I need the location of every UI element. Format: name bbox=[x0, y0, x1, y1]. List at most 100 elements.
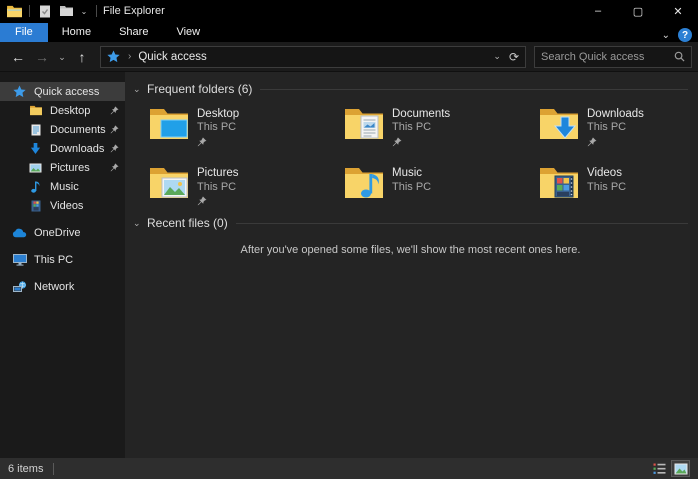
tab-home[interactable]: Home bbox=[48, 23, 105, 42]
search-box[interactable] bbox=[534, 46, 692, 68]
address-bar[interactable]: › Quick access ⌄ ⟳ bbox=[100, 46, 526, 68]
tab-file[interactable]: File bbox=[0, 23, 48, 42]
sidebar-item-network[interactable]: Network bbox=[0, 277, 125, 296]
sidebar-item-label: OneDrive bbox=[34, 227, 80, 239]
window-controls: – ▢ ✕ bbox=[578, 0, 698, 22]
folder-location: This PC bbox=[197, 121, 239, 135]
thumbnail-view-button[interactable] bbox=[671, 460, 690, 477]
window-title: File Explorer bbox=[103, 5, 165, 17]
title-bar: ⌄ File Explorer – ▢ ✕ bbox=[0, 0, 698, 22]
file-explorer-window: ⌄ File Explorer – ▢ ✕ File Home Share Vi… bbox=[0, 0, 698, 479]
folder-name: Pictures bbox=[197, 166, 239, 180]
recent-files-empty-message: After you've opened some files, we'll sh… bbox=[133, 244, 688, 256]
tab-view[interactable]: View bbox=[162, 23, 214, 42]
folder-name: Downloads bbox=[587, 107, 644, 121]
folder-location: This PC bbox=[392, 121, 450, 135]
section-divider bbox=[260, 89, 688, 90]
desktop-folder-icon bbox=[149, 106, 189, 141]
sidebar-item-label: This PC bbox=[34, 254, 73, 266]
search-input[interactable] bbox=[541, 51, 674, 63]
sidebar-item-label: Network bbox=[34, 281, 74, 293]
sidebar-item-music[interactable]: Music bbox=[0, 177, 125, 196]
documents-folder-icon bbox=[344, 106, 384, 141]
folder-name: Documents bbox=[392, 107, 450, 121]
star-icon bbox=[12, 85, 27, 99]
sidebar-item-downloads[interactable]: Downloads bbox=[0, 139, 125, 158]
refresh-icon[interactable]: ⟳ bbox=[509, 50, 519, 64]
folder-tile-documents[interactable]: Documents This PC bbox=[342, 102, 537, 151]
sidebar-item-desktop[interactable]: Desktop bbox=[0, 101, 125, 120]
folder-name: Videos bbox=[587, 166, 626, 180]
folder-tile-pictures[interactable]: Pictures This PC bbox=[147, 161, 342, 210]
sidebar-item-this-pc[interactable]: This PC bbox=[0, 250, 125, 269]
back-button[interactable]: ← bbox=[8, 46, 28, 68]
sidebar-item-documents[interactable]: Documents bbox=[0, 120, 125, 139]
collapse-section-chevron-icon[interactable]: ⌄ bbox=[133, 218, 147, 229]
pin-icon bbox=[110, 125, 119, 134]
pin-icon bbox=[587, 137, 644, 147]
content-pane: ⌄ Frequent folders (6) Desktop bbox=[125, 72, 698, 458]
folder-tile-desktop[interactable]: Desktop This PC bbox=[147, 102, 342, 151]
music-note-icon bbox=[28, 180, 43, 194]
help-icon[interactable]: ? bbox=[678, 28, 692, 42]
sidebar-item-onedrive[interactable]: OneDrive bbox=[0, 223, 125, 242]
properties-icon[interactable] bbox=[37, 3, 53, 19]
recent-files-header[interactable]: ⌄ Recent files (0) bbox=[133, 216, 688, 230]
forward-button[interactable]: → bbox=[32, 46, 52, 68]
pin-icon bbox=[392, 137, 450, 147]
address-dropdown-chevron-icon[interactable]: ⌄ bbox=[493, 51, 501, 62]
folder-tile-music[interactable]: Music This PC bbox=[342, 161, 537, 210]
sidebar-item-videos[interactable]: Videos bbox=[0, 196, 125, 215]
quick-access-toolbar: ⌄ bbox=[0, 3, 99, 19]
expand-ribbon-chevron-icon[interactable]: ⌄ bbox=[662, 30, 670, 41]
sidebar-item-label: Downloads bbox=[50, 143, 104, 155]
folder-location: This PC bbox=[587, 121, 644, 135]
close-button[interactable]: ✕ bbox=[658, 0, 698, 22]
customize-qat-chevron-icon[interactable]: ⌄ bbox=[79, 7, 89, 16]
breadcrumb-location[interactable]: Quick access bbox=[138, 51, 206, 63]
tab-share[interactable]: Share bbox=[105, 23, 162, 42]
navigation-bar: ← → ⌄ ↑ › Quick access ⌄ ⟳ bbox=[0, 42, 698, 72]
up-button[interactable]: ↑ bbox=[72, 46, 92, 68]
maximize-button[interactable]: ▢ bbox=[618, 0, 658, 22]
folder-name: Music bbox=[392, 166, 431, 180]
breadcrumb-chevron-icon: › bbox=[128, 51, 131, 62]
new-folder-icon[interactable] bbox=[58, 3, 74, 19]
pin-icon bbox=[110, 106, 119, 115]
frequent-folders-header[interactable]: ⌄ Frequent folders (6) bbox=[133, 82, 688, 96]
section-divider bbox=[236, 223, 688, 224]
recent-locations-chevron-icon[interactable]: ⌄ bbox=[56, 46, 68, 68]
folder-name: Desktop bbox=[197, 107, 239, 121]
qat-separator bbox=[96, 5, 97, 17]
folder-tile-downloads[interactable]: Downloads This PC bbox=[537, 102, 698, 151]
section-title: Frequent folders (6) bbox=[147, 82, 252, 96]
desktop-folder-icon bbox=[28, 104, 43, 118]
sidebar-item-quick-access[interactable]: Quick access bbox=[0, 82, 125, 101]
document-icon bbox=[28, 123, 43, 137]
sidebar-item-pictures[interactable]: Pictures bbox=[0, 158, 125, 177]
qat-separator bbox=[29, 5, 30, 17]
status-bar: 6 items bbox=[0, 458, 698, 479]
sidebar-item-label: Quick access bbox=[34, 86, 99, 98]
folder-tile-videos[interactable]: Videos This PC bbox=[537, 161, 698, 210]
picture-icon bbox=[28, 161, 43, 175]
quick-access-star-icon bbox=[107, 50, 120, 63]
pin-icon bbox=[110, 163, 119, 172]
film-icon bbox=[28, 199, 43, 213]
pin-icon bbox=[197, 196, 239, 206]
navigation-pane: Quick access Desktop Documents bbox=[0, 72, 125, 458]
items-count: 6 items bbox=[8, 463, 43, 475]
sidebar-item-label: Pictures bbox=[50, 162, 90, 174]
frequent-folders-grid: Desktop This PC bbox=[147, 102, 688, 210]
collapse-section-chevron-icon[interactable]: ⌄ bbox=[133, 84, 147, 95]
sidebar-item-label: Videos bbox=[50, 200, 83, 212]
folder-location: This PC bbox=[587, 181, 626, 195]
minimize-button[interactable]: – bbox=[578, 0, 618, 22]
section-title: Recent files (0) bbox=[147, 216, 228, 230]
details-view-button[interactable] bbox=[650, 460, 669, 477]
pin-icon bbox=[197, 137, 239, 147]
sidebar-item-label: Desktop bbox=[50, 105, 90, 117]
status-separator bbox=[53, 463, 54, 475]
folder-location: This PC bbox=[197, 181, 239, 195]
onedrive-cloud-icon bbox=[12, 226, 27, 240]
